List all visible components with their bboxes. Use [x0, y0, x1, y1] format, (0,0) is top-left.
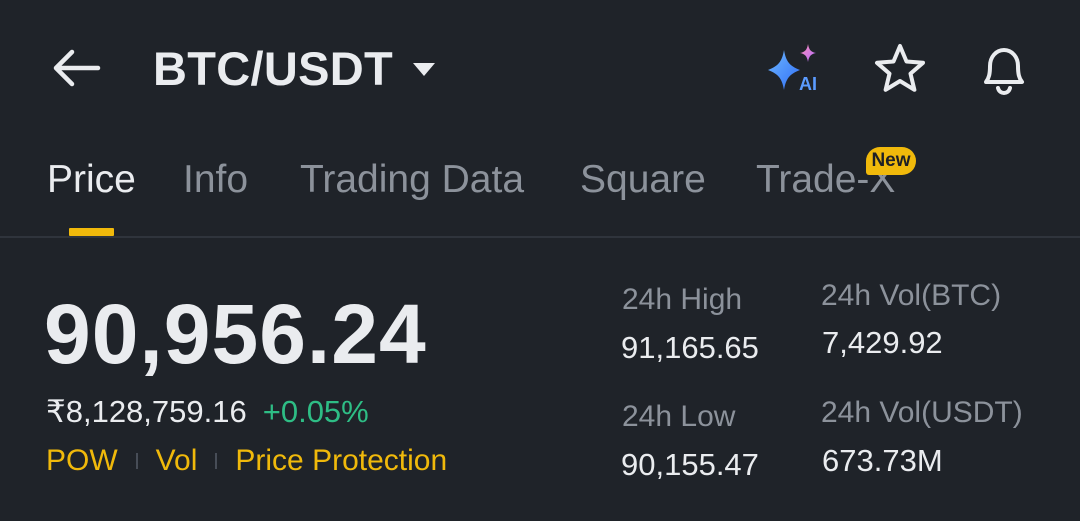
top-bar: BTC/USDT AI: [0, 0, 1080, 140]
tag-price-protection[interactable]: Price Protection: [235, 444, 447, 478]
tag-separator: [135, 453, 138, 469]
active-tab-indicator: [69, 228, 114, 236]
high-value: 91,165.65: [621, 330, 759, 365]
svg-text:AI: AI: [799, 74, 817, 94]
tab-info[interactable]: Info: [183, 158, 248, 202]
vol-quote-label: 24h Vol(USDT): [821, 396, 1023, 429]
pair-selector[interactable]: BTC/USDT: [153, 40, 437, 96]
tag-pow[interactable]: POW: [46, 444, 118, 478]
tag-vol[interactable]: Vol: [156, 444, 198, 478]
last-price: 90,956.24: [44, 287, 427, 381]
pair-title: BTC/USDT: [153, 41, 393, 95]
tab-bar: Price Info Trading Data Square Trade-X: [0, 150, 1080, 236]
fiat-price: ₹8,128,759.16: [46, 394, 247, 429]
ai-sparkle-icon[interactable]: AI: [764, 40, 824, 100]
bell-icon[interactable]: [974, 40, 1034, 100]
price-subline: ₹8,128,759.16 +0.05%: [46, 394, 369, 430]
tab-price[interactable]: Price: [47, 158, 136, 202]
new-badge: New: [866, 147, 916, 175]
caret-down-icon: [413, 63, 435, 76]
vol-base-label: 24h Vol(BTC): [821, 279, 1002, 312]
low-label: 24h Low: [622, 400, 736, 433]
price-change: +0.05%: [262, 394, 369, 429]
low-value: 90,155.47: [621, 447, 759, 482]
vol-base-value: 7,429.92: [822, 325, 943, 360]
tab-square[interactable]: Square: [580, 158, 706, 202]
tag-separator: [215, 453, 218, 469]
tab-trading-data[interactable]: Trading Data: [300, 158, 524, 202]
star-icon[interactable]: [870, 40, 930, 100]
tag-row: POW Vol Price Protection: [46, 444, 447, 478]
back-arrow-icon[interactable]: [48, 44, 104, 92]
tab-divider: [0, 236, 1080, 238]
high-label: 24h High: [622, 283, 743, 316]
vol-quote-value: 673.73M: [822, 443, 943, 478]
